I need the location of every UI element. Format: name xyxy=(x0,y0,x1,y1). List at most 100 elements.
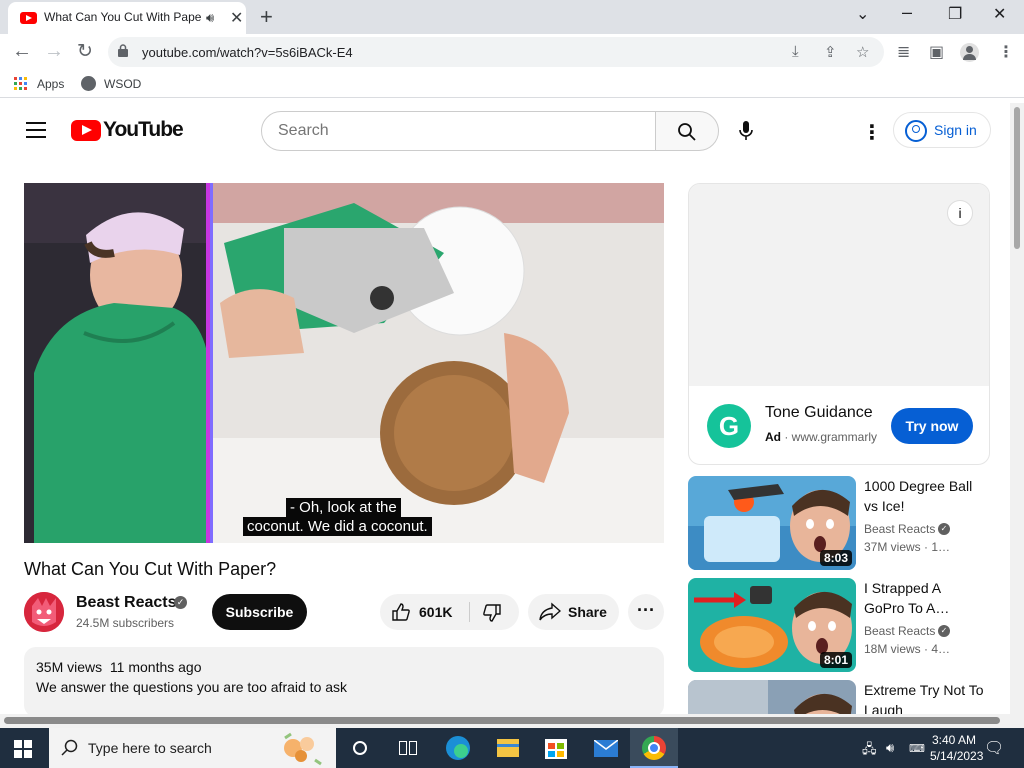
like-count[interactable]: 601K xyxy=(419,604,452,620)
media-control-icon[interactable]: ≣ xyxy=(897,42,910,62)
caption-line-1: - Oh, look at the xyxy=(286,498,401,517)
share-label: Share xyxy=(568,604,607,620)
ad-logo: G xyxy=(707,404,751,448)
chrome-menu-icon[interactable]: ⋮ xyxy=(998,42,1014,62)
file-explorer-icon[interactable] xyxy=(484,728,532,768)
share-button[interactable]: Share xyxy=(528,594,619,630)
recommendation-title[interactable]: 1000 Degree Ball vs Ice! xyxy=(864,476,984,516)
reload-icon[interactable]: ↻ xyxy=(77,40,93,63)
recommendation-item[interactable]: 8:03 1000 Degree Ball vs Ice! Beast Reac… xyxy=(688,476,990,572)
window-close-icon[interactable]: ✕ xyxy=(993,4,1006,24)
address-bar[interactable]: youtube.com/watch?v=5s6iBACk-E4 ⤓ ⇪ ☆ xyxy=(108,37,884,67)
view-count: 35M views xyxy=(36,659,103,675)
recommendation-title[interactable]: I Strapped A GoPro To A… xyxy=(864,578,984,618)
bookmark-wsod[interactable]: WSOD xyxy=(104,77,141,91)
menu-icon[interactable] xyxy=(26,122,46,138)
microphone-icon[interactable] xyxy=(738,121,754,141)
system-clock[interactable]: 3:40 AM 5/14/2023 xyxy=(930,732,984,764)
clock-date: 5/14/2023 xyxy=(930,749,984,763)
description-text: We answer the questions you are too afra… xyxy=(36,679,348,695)
channel-name[interactable]: Beast Reacts xyxy=(76,594,177,612)
search-button[interactable] xyxy=(655,111,719,151)
vertical-scrollbar[interactable] xyxy=(1010,103,1024,728)
mail-icon[interactable] xyxy=(582,728,630,768)
thumbs-up-icon[interactable] xyxy=(391,602,411,622)
ad-subline: Ad · www.grammarly xyxy=(765,430,878,444)
verified-check-icon: ✓ xyxy=(174,596,187,609)
apps-grid-icon[interactable] xyxy=(14,77,28,91)
search-icon xyxy=(61,739,78,756)
youtube-header: YouTube Search ⋮ Sign in xyxy=(0,103,1010,159)
caption-line-2: coconut. We did a coconut. xyxy=(243,517,432,536)
notifications-icon[interactable]: 🗨︎ xyxy=(984,738,1004,758)
horizontal-scrollbar[interactable] xyxy=(0,714,1010,728)
cortana-icon[interactable] xyxy=(336,728,384,768)
recommendation-item[interactable]: 8:01 I Strapped A GoPro To A… Beast Reac… xyxy=(688,578,990,674)
sign-in-label: Sign in xyxy=(934,122,977,138)
video-player[interactable]: - Oh, look at the coconut. We did a coco… xyxy=(24,183,664,543)
share-page-icon[interactable]: ⇪ xyxy=(824,43,837,61)
ad-title[interactable]: Tone Guidance xyxy=(765,404,873,422)
ad-card[interactable]: i G Tone Guidance Ad · www.grammarly Try… xyxy=(688,183,990,465)
bookmark-star-icon[interactable]: ☆ xyxy=(856,43,869,61)
recommendation-channel[interactable]: Beast Reacts xyxy=(864,522,935,536)
info-icon[interactable]: i xyxy=(947,200,973,226)
input-language-icon[interactable]: ⌨︎ xyxy=(909,742,925,755)
task-view-icon[interactable] xyxy=(384,728,432,768)
verified-check-icon: ✓ xyxy=(938,523,950,535)
close-tab-icon[interactable]: ✕ xyxy=(230,8,243,28)
bookmarks-bar: Apps WSOD xyxy=(0,70,1024,98)
bookmark-apps[interactable]: Apps xyxy=(37,77,64,91)
store-icon[interactable] xyxy=(532,728,580,768)
recommendation-item[interactable]: Extreme Try Not To Laugh xyxy=(688,680,990,714)
windows-start-icon[interactable] xyxy=(14,740,32,758)
profile-icon[interactable] xyxy=(960,43,979,62)
volume-icon[interactable]: 🔊︎ xyxy=(886,740,894,756)
try-now-button[interactable]: Try now xyxy=(891,408,973,444)
network-icon[interactable]: 🖧︎ xyxy=(862,740,877,762)
search-highlight-icon xyxy=(284,732,322,766)
like-dislike-group: 601K xyxy=(380,594,519,630)
clock-time: 3:40 AM xyxy=(931,733,977,747)
channel-avatar[interactable] xyxy=(24,592,64,632)
recommendation-meta: 37M views · 1… xyxy=(864,540,951,554)
video-thumbnail[interactable]: 8:03 xyxy=(688,476,856,570)
more-actions-button[interactable]: ··· xyxy=(628,594,664,630)
video-thumbnail[interactable] xyxy=(688,680,856,714)
taskbar-search-input[interactable]: Type here to search xyxy=(49,728,336,768)
back-icon[interactable]: ← xyxy=(12,40,32,63)
tab-search-icon[interactable]: ⌄ xyxy=(856,4,869,24)
verified-check-icon: ✓ xyxy=(938,625,950,637)
ad-media xyxy=(689,184,989,386)
edge-icon[interactable] xyxy=(434,728,482,768)
sign-in-button[interactable]: Sign in xyxy=(893,112,991,148)
restore-icon[interactable]: ❐ xyxy=(948,4,962,24)
side-panel-icon[interactable]: ▣ xyxy=(929,42,944,62)
new-tab-icon[interactable]: + xyxy=(260,4,273,30)
video-duration: 8:03 xyxy=(819,550,852,566)
settings-more-icon[interactable]: ⋮ xyxy=(862,120,882,145)
minimize-icon[interactable]: – xyxy=(902,2,912,23)
recommendation-channel[interactable]: Beast Reacts xyxy=(864,624,935,638)
search-input[interactable]: Search xyxy=(261,111,656,151)
search-placeholder: Search xyxy=(278,122,329,139)
video-thumbnail[interactable]: 8:01 xyxy=(688,578,856,672)
taskbar-search-placeholder: Type here to search xyxy=(88,740,212,756)
speaker-icon[interactable]: 🔊︎ xyxy=(206,10,214,26)
forward-icon[interactable]: → xyxy=(44,40,64,63)
youtube-logo-icon[interactable] xyxy=(71,120,101,141)
thumbs-down-icon[interactable] xyxy=(482,603,502,623)
search-icon xyxy=(678,123,696,141)
recommendation-title[interactable]: Extreme Try Not To Laugh xyxy=(864,680,984,714)
chrome-taskbar-icon[interactable] xyxy=(630,728,678,768)
tab-strip: What Can You Cut With Paper? 🔊︎ ✕ + ⌄ – … xyxy=(0,0,1024,34)
description-box[interactable]: 35M views 11 months ago We answer the qu… xyxy=(24,647,664,717)
subscriber-count: 24.5M subscribers xyxy=(76,616,175,630)
vertical-scrollbar-thumb[interactable] xyxy=(1014,107,1020,249)
subscribe-button[interactable]: Subscribe xyxy=(212,594,307,630)
horizontal-scrollbar-thumb[interactable] xyxy=(4,717,1000,724)
account-icon xyxy=(905,120,927,142)
install-icon[interactable]: ⤓ xyxy=(792,43,799,60)
browser-tab[interactable]: What Can You Cut With Paper? 🔊︎ ✕ xyxy=(8,2,246,34)
youtube-logo-text[interactable]: YouTube xyxy=(103,118,184,142)
